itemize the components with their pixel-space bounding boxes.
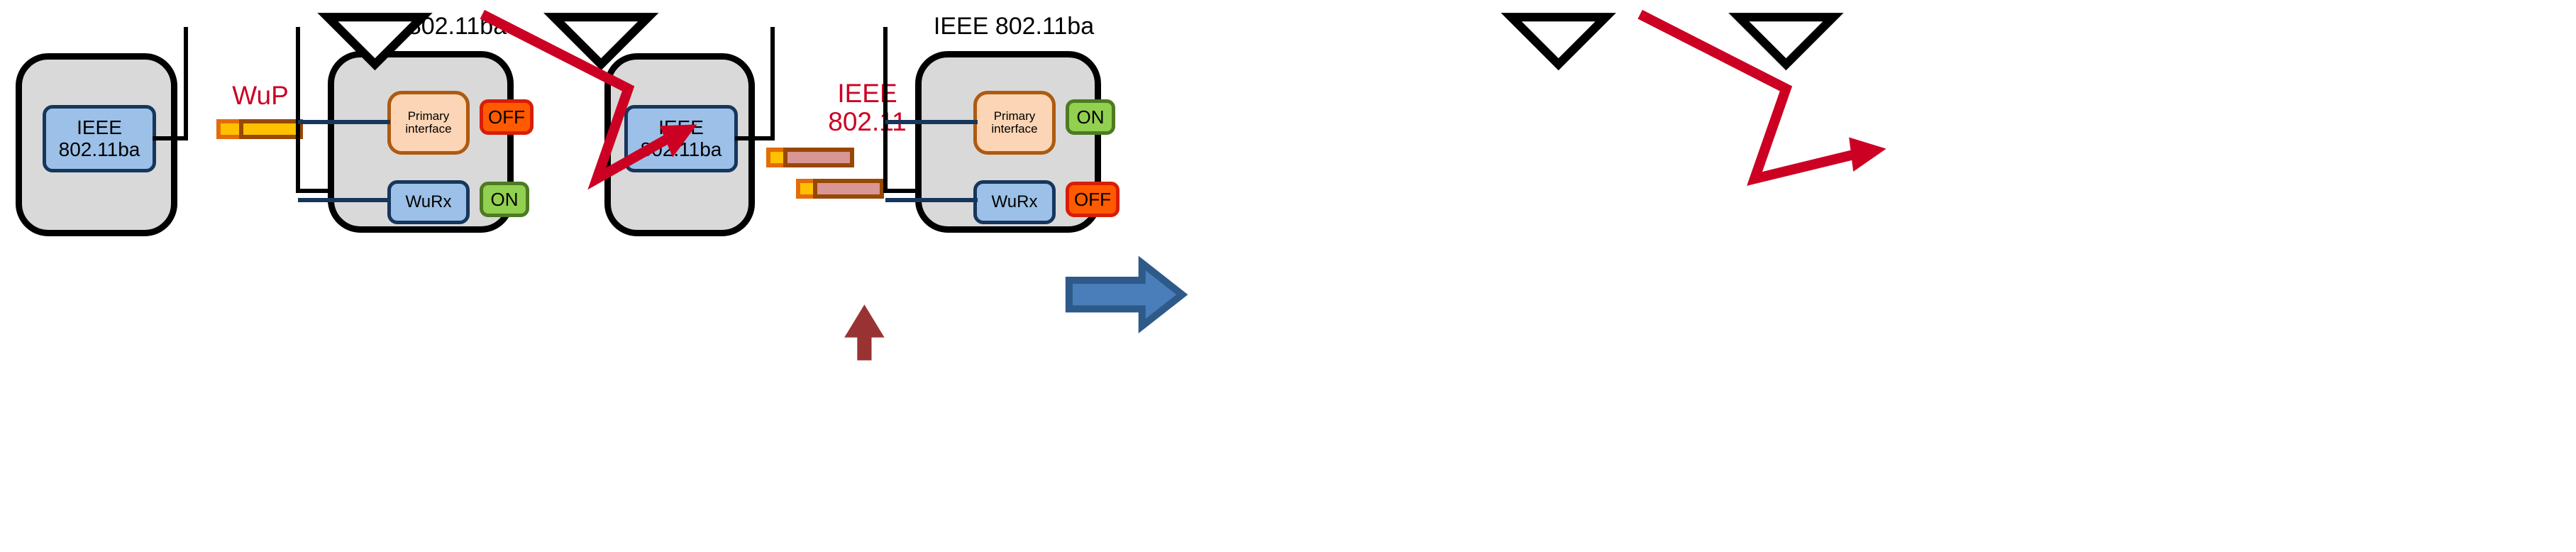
scene-transition-arrow[interactable] <box>1065 255 1188 333</box>
scene2-primary-interface-status-label: ON <box>1076 106 1105 128</box>
antenna-icon <box>1728 13 1844 71</box>
scene1-wurx-module: WuRx <box>387 180 470 224</box>
scene1-wup-packet-body <box>239 119 303 139</box>
scene1-tx-feed-wire-h <box>153 136 188 140</box>
antenna-icon <box>1500 13 1616 71</box>
scene1-wurx-feed-wire <box>298 198 390 202</box>
scene2-primary-interface-status: ON <box>1066 99 1115 135</box>
scene2-receiver-title: IEEE 802.11ba <box>933 13 1095 40</box>
scene1-transmitter-label-line1: IEEE <box>77 116 122 139</box>
scene1-transmitter-module: IEEE 802.11ba <box>43 105 156 172</box>
scene2-data-packet-1-body <box>783 148 854 167</box>
scene1-wup-packet <box>216 119 303 139</box>
scene2-wurx-status-label: OFF <box>1074 188 1111 210</box>
lightning-arrowhead-icon <box>1849 137 1886 172</box>
lightning-arrow-icon <box>1637 9 1862 186</box>
scene1-primary-feed-wire <box>298 120 390 124</box>
scene2-primary-feed-wire <box>885 120 978 124</box>
scene2-transmission-label: IEEE 802.11 <box>828 79 907 136</box>
scene2-primary-interface-line2: interface <box>991 122 1038 136</box>
scene1-receiver-title: IEEE 802.11ba <box>346 13 507 40</box>
scene2-data-packet-2 <box>796 179 884 199</box>
scene1-wurx-label: WuRx <box>405 192 452 212</box>
scene2-wurx-label: WuRx <box>991 192 1038 212</box>
scene1-wurx-status-label: ON <box>490 188 519 210</box>
scene1-rx-antenna-mast <box>296 27 300 193</box>
scene1-primary-interface: Primary interface <box>387 91 470 155</box>
scene2-rx-antenna-mast <box>883 27 888 193</box>
wakeup-arrowhead-icon <box>844 304 885 338</box>
scene2-wurx-feed-wire <box>885 198 978 202</box>
scene2-transmitter-label-line1: IEEE <box>658 116 704 139</box>
scene2-wurx-status: OFF <box>1066 182 1120 217</box>
scene2-data-packet-1 <box>766 148 854 167</box>
scene1-primary-interface-line1: Primary <box>407 109 450 123</box>
scene2-wurx-module: WuRx <box>973 180 1056 224</box>
scene1-tx-antenna-mast <box>184 27 188 139</box>
scene2-transmitter-module: IEEE 802.11ba <box>624 105 738 172</box>
scene1-primary-interface-status-label: OFF <box>488 106 525 128</box>
scene2-transmitter-label-line2: 802.11ba <box>640 138 722 160</box>
scene2-primary-interface: Primary interface <box>973 91 1056 155</box>
scene2-tx-feed-wire-h <box>735 136 775 140</box>
scene2-tx-antenna-mast <box>770 27 775 139</box>
diagram-canvas: IEEE 802.11ba WuP IEEE 802.11ba Primary … <box>0 0 2576 552</box>
scene1-primary-interface-status: OFF <box>480 99 534 135</box>
scene1-primary-interface-line2: interface <box>405 122 452 136</box>
scene1-wurx-status: ON <box>480 182 529 217</box>
scene2-primary-interface-line1: Primary <box>993 109 1036 123</box>
scene1-transmitter-label-line2: 802.11ba <box>58 138 140 160</box>
scene2-data-packet-2-body <box>813 179 884 199</box>
